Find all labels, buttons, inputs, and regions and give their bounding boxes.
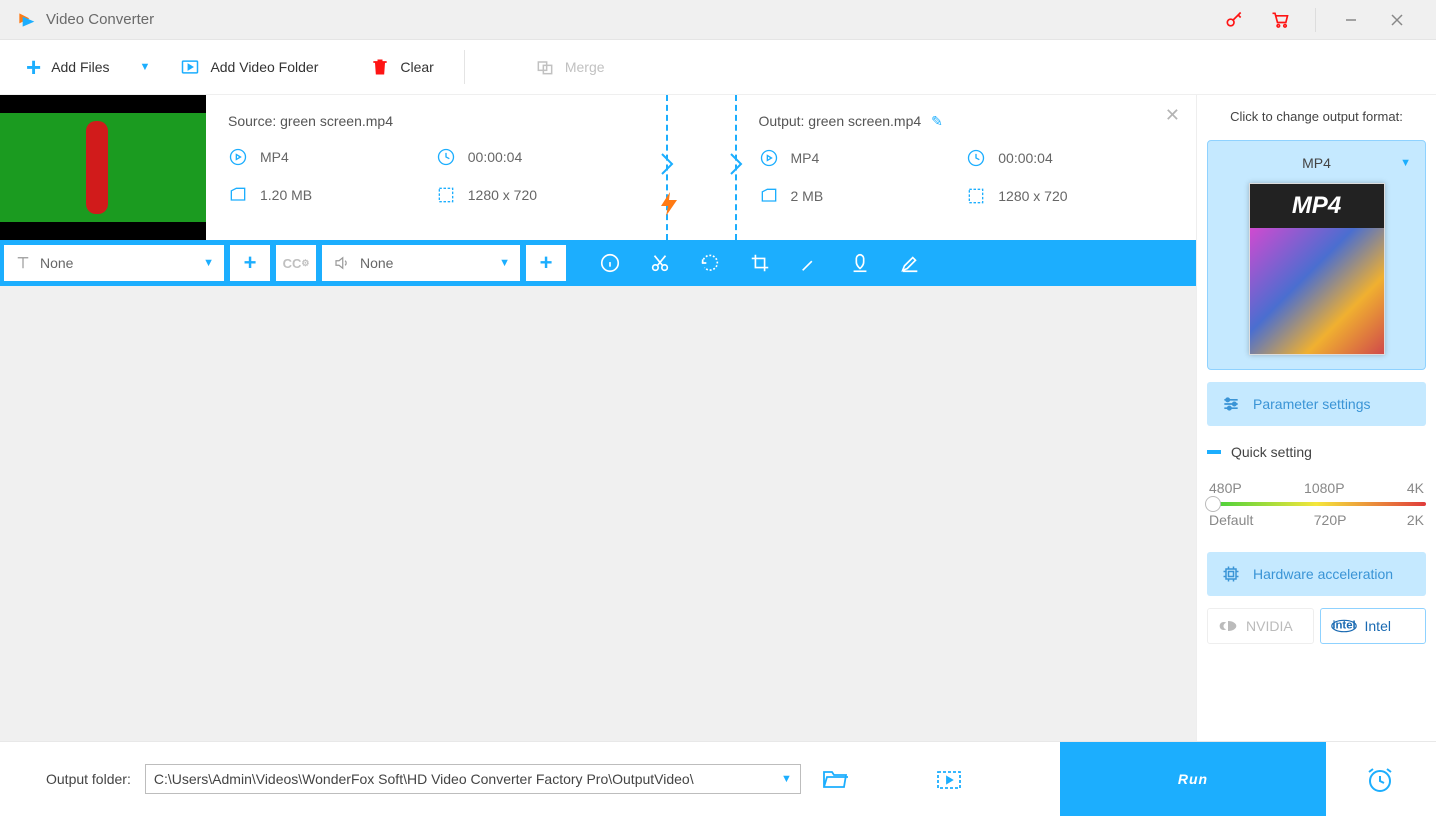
subtitle-select[interactable]: None▼ (4, 245, 224, 281)
watermark-icon[interactable] (838, 240, 882, 286)
merge-label: Merge (565, 59, 605, 75)
format-preview: MP4 (1249, 183, 1385, 355)
plus-icon: + (26, 52, 41, 83)
sidebar: Click to change output format: MP4 ▼ MP4 … (1196, 95, 1436, 741)
text-icon (14, 254, 32, 272)
nvidia-button[interactable]: NVIDIA (1207, 608, 1314, 644)
merge-button[interactable]: Merge (521, 47, 619, 87)
media-toolbar: None▼ + CC⚙ None▼ + (0, 240, 1196, 286)
nvidia-icon (1218, 618, 1238, 634)
run-button[interactable]: Run (1060, 742, 1326, 816)
output-size: 2 MB (759, 186, 967, 206)
chevron-down-icon: ▼ (1400, 157, 1411, 169)
edit-icon[interactable]: ✎ (931, 113, 943, 129)
output-format: MP4 (759, 148, 967, 168)
rotate-icon[interactable] (688, 240, 732, 286)
add-folder-label: Add Video Folder (210, 59, 318, 75)
clear-label: Clear (400, 59, 433, 75)
close-button[interactable] (1374, 0, 1420, 40)
cc-button[interactable]: CC⚙ (276, 245, 316, 281)
add-video-folder-button[interactable]: Add Video Folder (166, 47, 332, 87)
intel-icon: intel (1331, 618, 1357, 634)
source-dimensions: 1280 x 720 (436, 185, 644, 205)
remove-file-button[interactable]: ✕ (1165, 105, 1180, 126)
crop-icon[interactable] (738, 240, 782, 286)
open-folder-button[interactable] (815, 768, 855, 790)
clear-button[interactable]: Clear (356, 47, 447, 87)
add-audio-button[interactable]: + (526, 245, 566, 281)
add-subtitle-button[interactable]: + (230, 245, 270, 281)
key-icon[interactable] (1211, 0, 1257, 40)
hardware-acceleration-button[interactable]: Hardware acceleration (1207, 552, 1426, 596)
video-thumbnail[interactable] (0, 95, 206, 240)
main-toolbar: + Add Files ▼ Add Video Folder Clear Mer… (0, 40, 1436, 95)
sliders-icon (1221, 394, 1241, 414)
bolt-icon (657, 190, 681, 218)
batch-folder-button[interactable] (929, 768, 969, 790)
parameter-settings-button[interactable]: Parameter settings (1207, 382, 1426, 426)
edit-tool-icon[interactable] (888, 240, 932, 286)
output-folder-field[interactable]: C:\Users\Admin\Videos\WonderFox Soft\HD … (145, 764, 801, 794)
file-row: Source: green screen.mp4 MP4 00:00:04 1.… (0, 95, 1196, 240)
output-title: Output: green screen.mp4✎ (759, 113, 1175, 130)
folder-video-icon (180, 57, 200, 77)
app-logo-icon (16, 10, 36, 30)
quick-setting-label: Quick setting (1207, 444, 1426, 460)
svg-text:intel: intel (1332, 619, 1355, 631)
info-icon[interactable] (588, 240, 632, 286)
merge-icon (535, 57, 555, 77)
source-format: MP4 (228, 147, 436, 167)
footer: Output folder: C:\Users\Admin\Videos\Won… (0, 741, 1436, 815)
output-folder-label: Output folder: (46, 771, 131, 787)
quality-slider[interactable]: 480P1080P4K Default720P2K (1207, 480, 1426, 528)
cart-icon[interactable] (1257, 0, 1303, 40)
add-files-dropdown[interactable]: ▼ (128, 61, 163, 73)
output-format-card[interactable]: MP4 ▼ MP4 (1207, 140, 1426, 370)
audio-select[interactable]: None▼ (322, 245, 520, 281)
chevron-right-icon (727, 150, 745, 178)
source-duration: 00:00:04 (436, 147, 644, 167)
schedule-button[interactable] (1340, 742, 1420, 816)
intel-button[interactable]: intel Intel (1320, 608, 1427, 644)
effects-icon[interactable] (788, 240, 832, 286)
add-files-label: Add Files (51, 59, 109, 75)
source-title: Source: green screen.mp4 (228, 113, 644, 129)
output-format-title: Click to change output format: (1207, 109, 1426, 124)
app-title: Video Converter (46, 11, 154, 28)
trash-icon (370, 57, 390, 77)
minimize-button[interactable] (1328, 0, 1374, 40)
format-label: MP4 (1302, 155, 1331, 171)
output-duration: 00:00:04 (966, 148, 1174, 168)
cut-icon[interactable] (638, 240, 682, 286)
title-bar: Video Converter (0, 0, 1436, 40)
chip-icon (1221, 564, 1241, 584)
source-size: 1.20 MB (228, 185, 436, 205)
output-dimensions: 1280 x 720 (966, 186, 1174, 206)
speaker-icon (332, 254, 352, 272)
add-files-button[interactable]: + Add Files (12, 47, 124, 87)
